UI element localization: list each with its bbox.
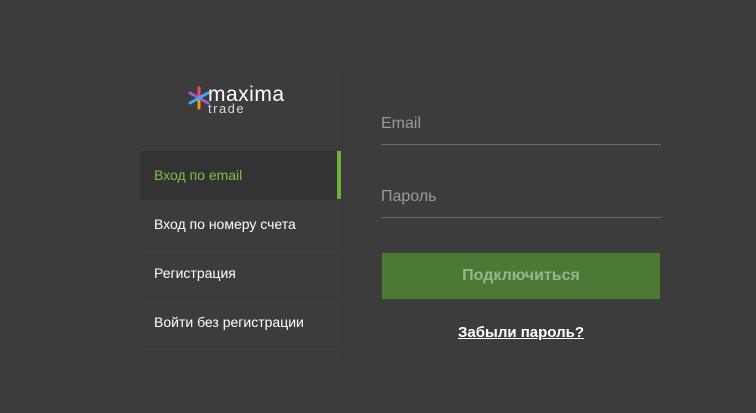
forgot-password-link[interactable]: Забыли пароль? — [381, 324, 661, 341]
password-field-wrapper — [381, 179, 661, 218]
password-input[interactable] — [381, 179, 661, 215]
login-window: maxima trade Вход по email Вход по номер… — [0, 0, 756, 413]
email-input[interactable] — [381, 106, 661, 142]
brand-logo: maxima trade — [188, 84, 298, 116]
asterisk-logo-icon — [188, 86, 210, 110]
connect-button[interactable]: Подключиться — [381, 252, 661, 300]
login-form: Подключиться Забыли пароль? — [381, 106, 661, 341]
email-field-wrapper — [381, 106, 661, 145]
login-method-nav: Вход по email Вход по номеру счета Регис… — [140, 151, 341, 347]
nav-item-email-login[interactable]: Вход по email — [140, 151, 341, 200]
nav-item-guest-login[interactable]: Войти без регистрации — [140, 298, 341, 347]
nav-item-registration[interactable]: Регистрация — [140, 249, 341, 298]
brand-subname: trade — [208, 101, 246, 116]
nav-item-account-login[interactable]: Вход по номеру счета — [140, 200, 341, 249]
login-sidebar: maxima trade Вход по email Вход по номер… — [140, 66, 342, 366]
